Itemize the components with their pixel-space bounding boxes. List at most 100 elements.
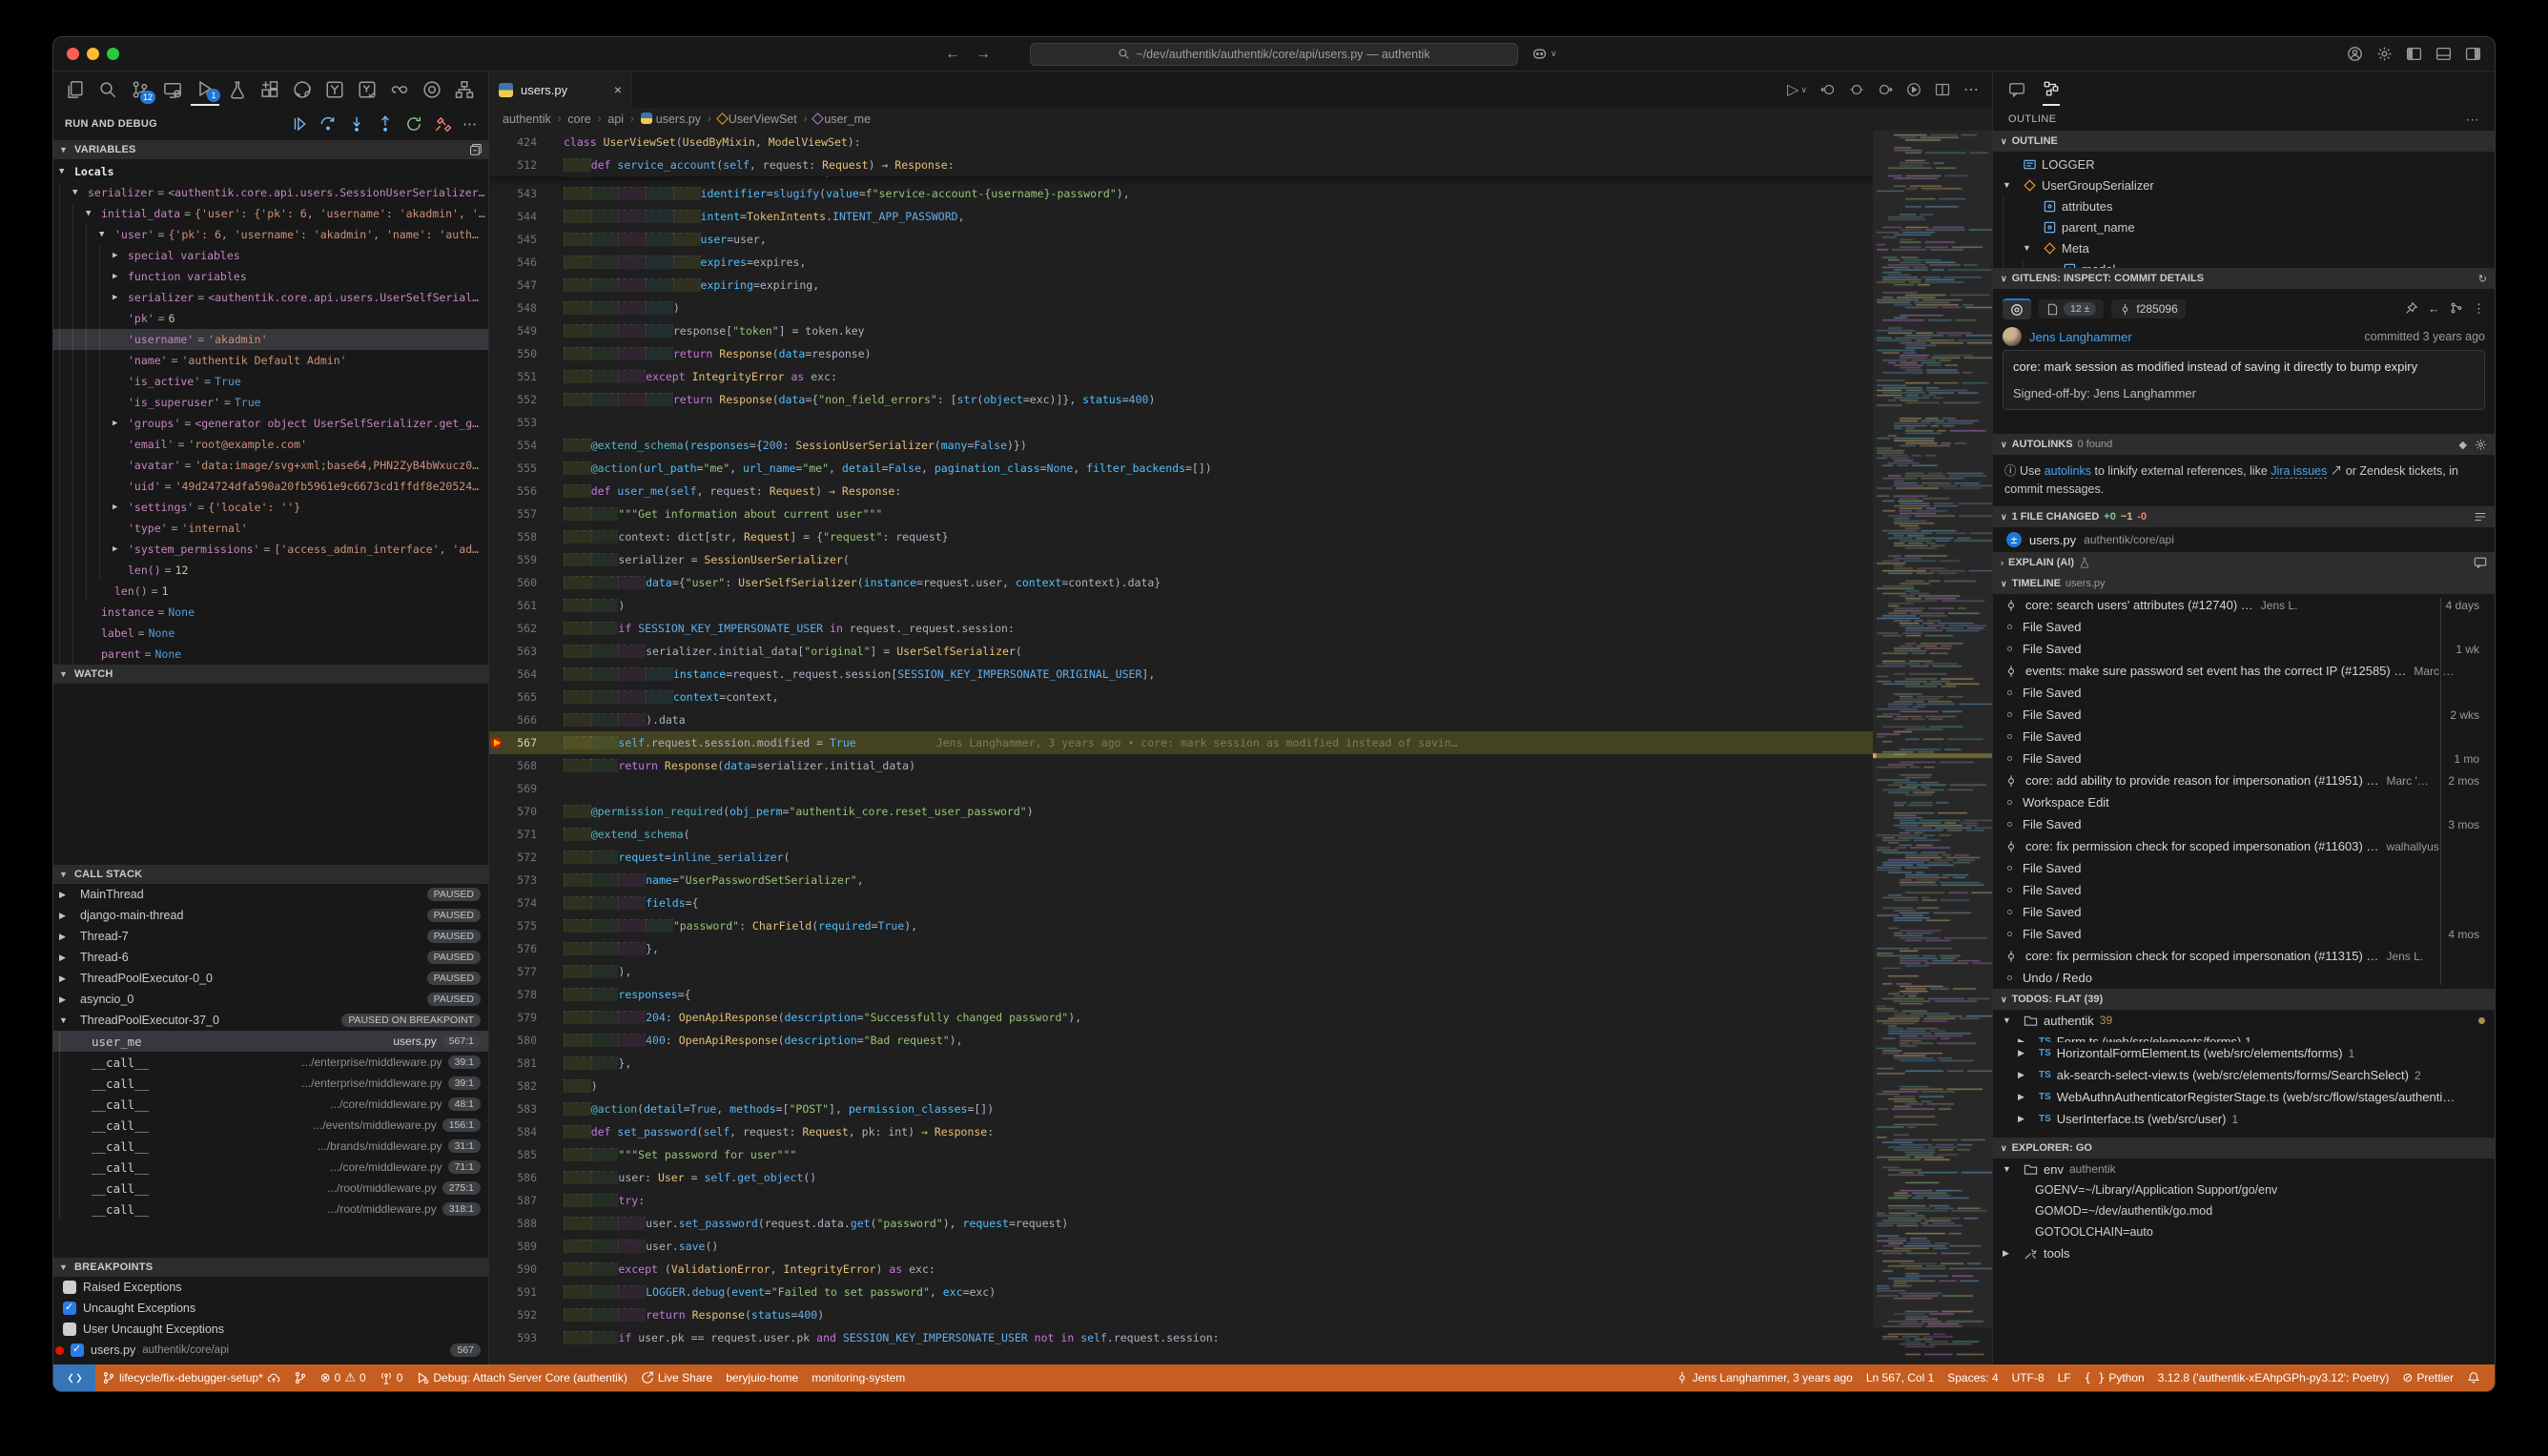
gutter[interactable]: 590 — [489, 1258, 552, 1281]
step-out-button[interactable] — [377, 115, 394, 133]
code-line[interactable]: 566 ).data — [489, 708, 1992, 731]
stack-frame-row[interactable]: __call__.../brands/middleware.py31:1 — [53, 1136, 488, 1157]
explorer-icon[interactable] — [61, 73, 90, 106]
timeline-item[interactable]: File Saved — [1993, 901, 2495, 923]
code-line[interactable]: 580 400: OpenApiResponse(description="Ba… — [489, 1029, 1992, 1052]
breadcrumb-item[interactable]: user_me — [813, 113, 871, 126]
gutter[interactable]: 551 — [489, 365, 552, 388]
gutter[interactable]: 588 — [489, 1212, 552, 1235]
explorer-go-header[interactable]: ∨ EXPLORER: GO — [1993, 1138, 2495, 1159]
variable-row[interactable]: parent=None — [53, 644, 488, 665]
encoding-item[interactable]: UTF-8 — [2005, 1371, 2051, 1384]
code-line[interactable]: 556 def user_me(self, request: Request) … — [489, 480, 1992, 502]
code-line[interactable]: 584 def set_password(self, request: Requ… — [489, 1120, 1992, 1143]
autolinks-header[interactable]: ∨ AUTOLINKS 0 found ◆ — [1993, 434, 2495, 455]
variable-row[interactable]: 'pk'=6 — [53, 308, 488, 329]
variable-row[interactable]: label=None — [53, 623, 488, 644]
gutter[interactable]: 552 — [489, 388, 552, 411]
source-control-icon[interactable]: 12 — [126, 73, 154, 106]
gutter[interactable]: 580 — [489, 1029, 552, 1052]
chat-icon[interactable] — [2474, 556, 2487, 569]
variable-row[interactable]: ▼Locals — [53, 161, 488, 182]
breadcrumb[interactable]: authentik›core›api›users.py›UserViewSet›… — [489, 108, 1992, 131]
gutter[interactable]: 568 — [489, 754, 552, 777]
stack-frame-row[interactable]: user_meusers.py567:1 — [53, 1031, 488, 1052]
thread-row[interactable]: ▶Thread-7PAUSED — [53, 926, 488, 947]
code-line[interactable]: 559 serializer = SessionUserSerializer( — [489, 548, 1992, 571]
variable-row[interactable]: 'name'='authentik Default Admin' — [53, 350, 488, 371]
containers-icon[interactable] — [450, 73, 479, 106]
debug-run-icon[interactable] — [1906, 82, 1921, 97]
gutter[interactable]: 569 — [489, 777, 552, 800]
stack-frame-row[interactable]: __call__.../root/middleware.py318:1 — [53, 1199, 488, 1220]
gitlens-header[interactable]: ∨ GITLENS: INSPECT: COMMIT DETAILS ↻ — [1993, 268, 2495, 289]
thread-row[interactable]: ▶django-main-threadPAUSED — [53, 905, 488, 926]
stack-frame-row[interactable]: __call__.../enterprise/middleware.py39:1 — [53, 1052, 488, 1073]
remote-indicator[interactable] — [53, 1364, 95, 1391]
stack-frame-row[interactable]: __call__.../events/middleware.py156:1 — [53, 1115, 488, 1136]
breakpoint-option-row[interactable]: Uncaught Exceptions — [53, 1298, 488, 1319]
code-line[interactable]: 548 ) — [489, 297, 1992, 319]
code-line[interactable]: 547 expiring=expiring, — [489, 274, 1992, 297]
code-line[interactable]: 549 response["token"] = token.key — [489, 319, 1992, 342]
variable-row[interactable]: ▼'user'={'pk': 6, 'username': 'akadmin',… — [53, 224, 488, 245]
variable-row[interactable]: 'username'='akadmin' — [53, 329, 488, 350]
code-line[interactable]: 578 responses={ — [489, 983, 1992, 1006]
outline-item[interactable]: model — [1993, 258, 2495, 268]
sticky-scroll[interactable]: 424class UserViewSet(UsedByMixin, ModelV… — [489, 131, 1873, 176]
gutter[interactable]: 567 — [489, 731, 552, 754]
blame-status-item[interactable]: Jens Langhammer, 3 years ago — [1669, 1371, 1860, 1384]
variable-row[interactable]: 'type'='internal' — [53, 518, 488, 539]
variable-row[interactable]: ▶'system_permissions'=['access_admin_int… — [53, 539, 488, 560]
timeline-item[interactable]: File Saved — [1993, 616, 2495, 638]
run-python-file-button[interactable]: ▷∨ — [1787, 80, 1807, 99]
extensions-icon[interactable] — [256, 73, 284, 106]
timeline-item[interactable]: Undo / Redo — [1993, 967, 2495, 989]
code-line[interactable]: 555 @action(url_path="me", url_name="me"… — [489, 457, 1992, 480]
timeline-header[interactable]: ∨ TIMELINE users.py — [1993, 573, 2495, 594]
timeline-item[interactable]: File Saved — [1993, 879, 2495, 901]
breadcrumb-item[interactable]: api — [607, 113, 624, 126]
prettier-item[interactable]: ⊘Prettier — [2395, 1370, 2460, 1385]
nav-prev-change-icon[interactable] — [1820, 82, 1836, 97]
code-line[interactable]: 545 user=user, — [489, 228, 1992, 251]
todos-header[interactable]: ∨ TODOS: FLAT (39) — [1993, 989, 2495, 1010]
code-line[interactable]: 543 identifier=slugify(value=f"service-a… — [489, 182, 1992, 205]
gutter[interactable]: 577 — [489, 960, 552, 983]
code-line[interactable]: 590 except (ValidationError, IntegrityEr… — [489, 1258, 1992, 1281]
gutter[interactable]: 589 — [489, 1235, 552, 1258]
code-line[interactable]: 550 return Response(data=response) — [489, 342, 1992, 365]
code-line[interactable]: 592 return Response(status=400) — [489, 1303, 1992, 1326]
gutter[interactable]: 548 — [489, 297, 552, 319]
layout-sidebar-right-icon[interactable] — [2465, 46, 2481, 62]
zoom-window-button[interactable] — [107, 48, 119, 60]
autolinks-link[interactable]: autolinks — [2045, 464, 2091, 478]
gutter[interactable]: 583 — [489, 1097, 552, 1120]
breakpoint-option-row[interactable]: Raised Exceptions — [53, 1277, 488, 1298]
variable-row[interactable]: ▶'groups'=<generator object UserSelfSeri… — [53, 413, 488, 434]
stack-frame-row[interactable]: __call__.../core/middleware.py48:1 — [53, 1094, 488, 1115]
breakpoint-file-row[interactable]: users.pyauthentik/core/api567 — [53, 1340, 488, 1361]
thread-row[interactable]: ▼ThreadPoolExecutor-37_0PAUSED ON BREAKP… — [53, 1010, 488, 1031]
thread-row[interactable]: ▶asyncio_0PAUSED — [53, 989, 488, 1010]
settings-gear-icon[interactable] — [2475, 439, 2487, 451]
step-into-button[interactable] — [348, 115, 365, 133]
split-editor-icon[interactable] — [1935, 82, 1950, 97]
run-and-debug-icon[interactable]: 1 — [191, 73, 219, 106]
breadcrumb-item[interactable]: UserViewSet — [718, 113, 797, 126]
go-tools-row[interactable]: ▶tools — [1993, 1242, 2495, 1263]
todos-item[interactable]: ▶TSWebAuthnAuthenticatorRegisterStage.ts… — [1993, 1086, 2495, 1108]
outline-item[interactable]: ▼UserGroupSerializer — [1993, 174, 2495, 195]
checkbox[interactable] — [71, 1343, 84, 1357]
nav-next-change-icon[interactable] — [1878, 82, 1893, 97]
layout-panel-icon[interactable] — [2435, 46, 2452, 62]
gutter[interactable]: 560 — [489, 571, 552, 594]
variable-row[interactable]: ▶serializer=<authentik.core.api.users.Us… — [53, 287, 488, 308]
variable-row[interactable]: instance=None — [53, 602, 488, 623]
gutter[interactable]: 578 — [489, 983, 552, 1006]
gitlens-overview-tab[interactable] — [2003, 298, 2031, 319]
variable-row[interactable]: 'is_superuser'=True — [53, 392, 488, 413]
code-line[interactable]: 593 if user.pk == request.user.pk and SE… — [489, 1326, 1992, 1349]
go-env-row[interactable]: ▼envauthentik — [1993, 1159, 2495, 1179]
gutter[interactable]: 558 — [489, 525, 552, 548]
